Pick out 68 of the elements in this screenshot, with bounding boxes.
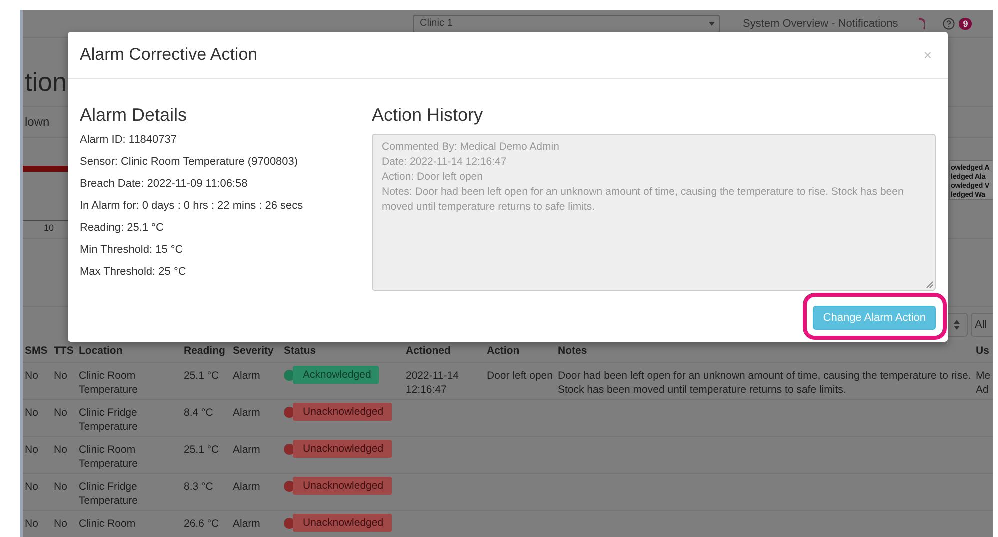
detail-text: Breach Date: 2022-11-09 11:06:58: [80, 177, 249, 192]
table-cell-text: Me Ad: [976, 369, 992, 397]
change-alarm-action-button[interactable]: Change Alarm Action: [813, 306, 936, 330]
table-cell-text: Alarm: [233, 406, 262, 420]
detail-text: Reading: 25.1 °C: [80, 221, 165, 236]
table-cell-text: 2022-11-14 12:16:47: [406, 369, 460, 397]
detail-text: Min Threshold: 15 °C: [80, 243, 184, 258]
column-header: Us: [976, 345, 990, 357]
resize-grip-icon[interactable]: [926, 281, 933, 288]
column-header: Actioned: [406, 345, 452, 357]
detail-text: Alarm ID: 11840737: [80, 133, 178, 148]
table-cell-text: Clinic Fridge Temperature: [79, 480, 139, 508]
page-heading: tion: [25, 67, 67, 98]
table-cell-text: Clinic Room Temperature: [79, 369, 139, 397]
table-cell-text: Clinic Room: [79, 517, 137, 531]
table-cell-text: 26.6 °C: [184, 517, 220, 531]
caret-icon: [709, 22, 715, 26]
section-heading: Alarm Details: [80, 105, 188, 125]
table-cell-text: No: [25, 517, 40, 531]
table-cell-text: Clinic Room Temperature: [79, 443, 139, 471]
updown-icon: [954, 320, 960, 330]
column-header: Severity: [233, 345, 275, 357]
modal-title: Alarm Corrective Action: [80, 45, 258, 65]
table-cell-text: Door left open: [487, 369, 554, 383]
table-cell-text: 8.3 °C: [184, 480, 214, 494]
table-cell-text: No: [54, 369, 68, 383]
column-header: TTS: [54, 345, 75, 357]
table-cell-text: No: [25, 480, 40, 494]
table-cell-text: 25.1 °C: [184, 369, 220, 383]
table-cell-text: No: [25, 369, 40, 383]
table-cell-text: No: [54, 480, 68, 494]
status-badge: Unacknowledged: [293, 440, 392, 458]
notification-badge[interactable]: 9: [959, 18, 972, 30]
table-cell-text: Alarm: [233, 369, 262, 383]
table-cell-text: 8.4 °C: [184, 406, 214, 420]
table-cell-text: Alarm: [233, 443, 262, 457]
table-cell-text: No: [54, 406, 68, 420]
close-button[interactable]: ×: [920, 47, 936, 63]
table-cell-text: Door had been left open for an unknown amount of time, causing the temperature to rise. Stock has been moved until temperature returns to safe limits.: [558, 369, 972, 397]
table-cell-text: Alarm: [233, 480, 262, 494]
column-header: Action: [487, 345, 521, 357]
filter-select[interactable]: All: [971, 313, 993, 337]
table-cell-text: Alarm: [233, 517, 262, 531]
status-badge: Unacknowledged: [293, 514, 392, 532]
help-icon[interactable]: [943, 18, 956, 30]
table-cell-text: No: [25, 443, 40, 457]
history-textarea[interactable]: Commented By: Medical Demo Admin Date: 2022-11-14 12:16:47 Action: Door left open Notes: Door had been left open for an unknown amount of time, causing the temperature to rise. Stock has been moved until temperature returns to safe limits.: [372, 134, 936, 291]
detail-text: Max Threshold: 25 °C: [80, 265, 188, 280]
axis-tick-label: 10: [44, 223, 54, 233]
table-cell-text: No: [25, 406, 40, 420]
column-header: SMS: [25, 345, 49, 357]
column-header: Reading: [184, 345, 226, 357]
detail-text: Sensor: Clinic Room Temperature (9700803): [80, 155, 300, 170]
section-heading: Action History: [372, 105, 484, 125]
column-header: Location: [79, 345, 124, 357]
column-header: Notes: [558, 345, 588, 357]
status-badge: Acknowledged: [293, 366, 380, 384]
status-badge: Unacknowledged: [293, 403, 392, 421]
table-cell-text: No: [54, 443, 68, 457]
detail-text: In Alarm for: 0 days : 0 hrs : 22 mins : 26 secs: [80, 199, 304, 214]
tab-label[interactable]: lown: [25, 115, 50, 129]
table-cell-text: No: [54, 517, 68, 531]
table-cell-text: 25.1 °C: [184, 443, 220, 457]
spinner-icon: [918, 18, 926, 30]
page-title: System Overview - Notifications: [743, 18, 898, 30]
table-cell-text: Clinic Fridge Temperature: [79, 406, 139, 434]
column-header: Status: [284, 345, 318, 357]
status-badge: Unacknowledged: [293, 477, 392, 495]
